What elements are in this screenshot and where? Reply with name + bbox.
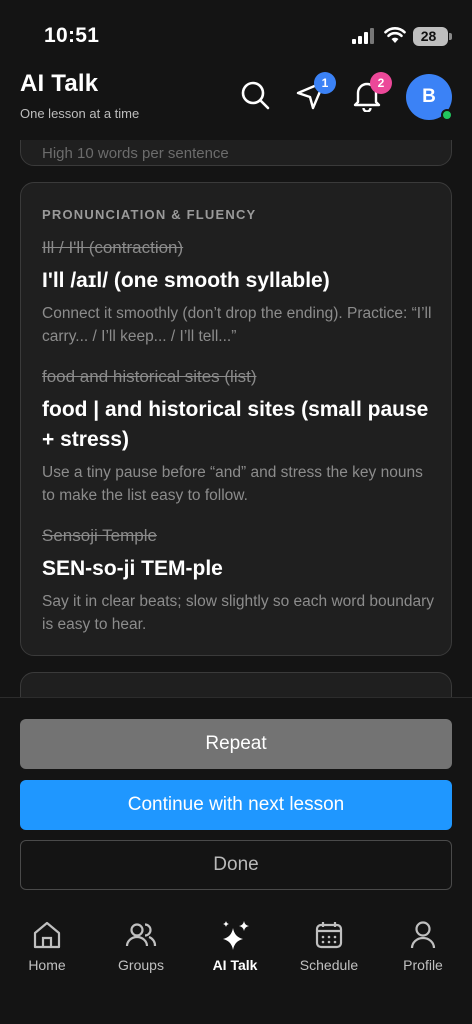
battery-icon: 28 [413, 27, 452, 46]
action-panel: Repeat Continue with next lesson Done [0, 697, 472, 907]
send-badge: 1 [314, 72, 336, 94]
bottom-tab-bar: Home Groups AI Talk Schedule Profile [0, 907, 472, 1024]
previous-card: High 10 words per sentence [20, 140, 452, 166]
tab-groups[interactable]: Groups [94, 919, 188, 979]
send-button[interactable]: 1 [294, 72, 336, 112]
profile-icon [410, 921, 436, 949]
status-bar: 10:51 28 [0, 0, 472, 66]
original-phrase: Sensoji Temple [42, 526, 157, 545]
notifications-button[interactable]: 2 [350, 72, 392, 113]
feedback-item: Ill / I'll (contraction) I'll /aɪl/ (one… [42, 237, 436, 348]
continue-next-lesson-button[interactable]: Continue with next lesson [20, 780, 452, 830]
lesson-feedback-scroll[interactable]: High 10 words per sentence PRONUNCIATION… [0, 140, 472, 697]
pronunciation-card: PRONUNCIATION & FLUENCY Ill / I'll (cont… [20, 182, 452, 656]
app-title: AI Talk [20, 70, 99, 97]
app-header: AI Talk One lesson at a time 1 2 B [0, 66, 472, 140]
tab-schedule[interactable]: Schedule [282, 919, 376, 979]
feedback-note: Use a tiny pause before “and” and stress… [42, 464, 423, 504]
calendar-icon [315, 922, 343, 949]
feedback-note: Say it in clear beats; slow slightly so … [42, 593, 435, 633]
feedback-item: Sensoji Temple SEN-so-ji TEM-ple Say it … [42, 525, 436, 636]
tab-label: Home [28, 957, 66, 973]
corrected-phrase: I'll /aɪl/ (one smooth syllable) [42, 269, 330, 292]
original-phrase: Ill / I'll (contraction) [42, 238, 184, 257]
wifi-icon [384, 27, 406, 43]
tab-ai-talk[interactable]: AI Talk [188, 919, 282, 979]
feedback-note: Connect it smoothly (don’t drop the endi… [42, 305, 432, 345]
home-icon [33, 921, 61, 949]
section-title: PRONUNCIATION & FLUENCY [42, 207, 257, 222]
groups-icon [125, 923, 157, 947]
battery-level: 28 [420, 28, 437, 44]
done-button[interactable]: Done [20, 840, 452, 890]
original-phrase: food and historical sites (list) [42, 367, 257, 386]
next-card [20, 672, 452, 697]
previous-card-text: High 10 words per sentence [42, 145, 229, 162]
tab-profile[interactable]: Profile [376, 919, 470, 979]
online-status-dot [441, 109, 453, 121]
repeat-button[interactable]: Repeat [20, 719, 452, 769]
sparkles-icon [223, 921, 249, 950]
status-time: 10:51 [44, 24, 100, 47]
cellular-signal-icon [352, 28, 376, 44]
feedback-item: food and historical sites (list) food | … [42, 366, 436, 507]
corrected-phrase: food | and historical sites (small pause… [42, 398, 429, 451]
tab-label: Schedule [299, 957, 359, 973]
corrected-phrase: SEN-so-ji TEM-ple [42, 557, 223, 580]
notifications-badge: 2 [370, 72, 392, 94]
tab-label: AI Talk [212, 957, 258, 973]
search-icon[interactable] [238, 78, 272, 112]
tab-home[interactable]: Home [0, 919, 94, 979]
tab-label: Groups [118, 957, 164, 973]
app-subtitle: One lesson at a time [20, 106, 140, 121]
tab-label: Profile [403, 957, 443, 973]
